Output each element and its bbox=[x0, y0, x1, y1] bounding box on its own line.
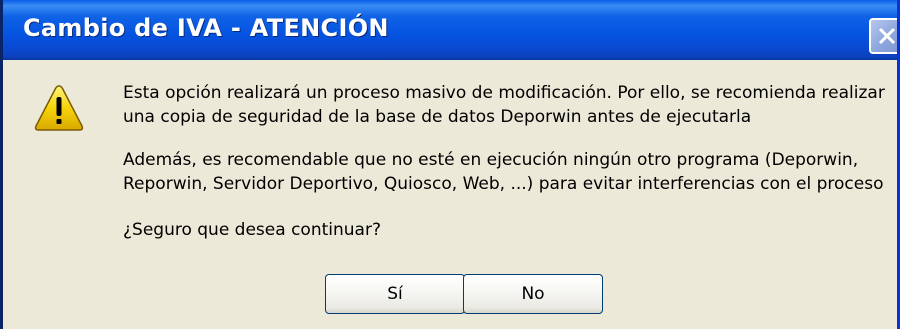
no-button[interactable]: No bbox=[463, 274, 603, 314]
message-paragraph-1: Esta opción realizará un proceso masivo … bbox=[123, 81, 885, 129]
dialog-window: Cambio de IVA - ATENCIÓN Esta opción rea… bbox=[0, 0, 900, 329]
message-line: Esta opción realizará un proceso masivo … bbox=[123, 83, 885, 103]
warning-icon bbox=[34, 85, 84, 131]
confirm-question: ¿Seguro que desea continuar? bbox=[123, 220, 381, 240]
close-button[interactable] bbox=[869, 18, 897, 54]
message-line: una copia de seguridad de la base de dat… bbox=[123, 107, 752, 127]
window-title: Cambio de IVA - ATENCIÓN bbox=[23, 14, 389, 42]
message-line: Reporwin, Servidor Deportivo, Quiosco, W… bbox=[123, 174, 884, 194]
yes-button[interactable]: Sí bbox=[325, 274, 465, 314]
close-icon bbox=[878, 27, 896, 45]
message-paragraph-2: Además, es recomendable que no esté en e… bbox=[123, 148, 883, 196]
message-line: Además, es recomendable que no esté en e… bbox=[123, 150, 859, 170]
title-bar[interactable]: Cambio de IVA - ATENCIÓN bbox=[3, 0, 897, 60]
